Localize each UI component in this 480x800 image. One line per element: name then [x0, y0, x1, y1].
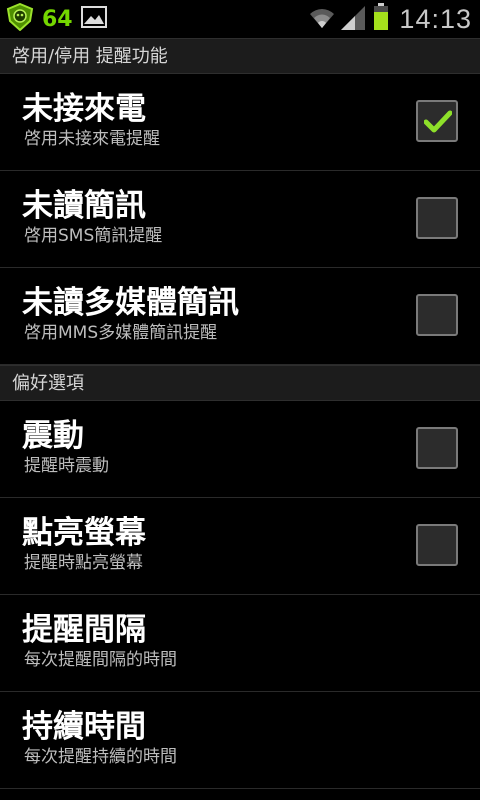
setting-subtitle: 提醒時震動 [24, 456, 109, 476]
app-shield-icon [6, 2, 34, 35]
setting-title: 未接來電 [22, 91, 146, 127]
setting-subtitle: 啓用未接來電提醒 [24, 129, 160, 149]
status-bar-right: 14:13 [309, 3, 472, 35]
clock: 14:13 [399, 3, 472, 34]
setting-title: 持續時間 [22, 709, 146, 745]
notification-count: 64 [42, 6, 73, 32]
wifi-icon [309, 4, 335, 34]
missed-call-checkbox[interactable] [416, 100, 458, 142]
unread-sms-checkbox[interactable] [416, 197, 458, 239]
unread-mms-checkbox[interactable] [416, 294, 458, 336]
light-screen-checkbox[interactable] [416, 524, 458, 566]
settings-list: 啓用/停用 提醒功能 未接來電 啓用未接來電提醒 未讀簡訊 啓用SMS簡訊提醒 … [0, 38, 480, 789]
setting-subtitle: 每次提醒持續的時間 [24, 747, 177, 767]
status-bar-left: 64 [6, 2, 107, 35]
checkmark-icon [424, 110, 452, 133]
setting-title: 點亮螢幕 [22, 515, 146, 551]
setting-title: 未讀多媒體簡訊 [22, 285, 239, 321]
setting-subtitle: 啓用SMS簡訊提醒 [24, 226, 163, 246]
setting-subtitle: 啓用MMS多媒體簡訊提醒 [24, 323, 218, 343]
setting-row-reminder-interval[interactable]: 提醒間隔 每次提醒間隔的時間 [0, 595, 480, 692]
setting-row-duration[interactable]: 持續時間 每次提醒持續的時間 [0, 692, 480, 789]
setting-title: 未讀簡訊 [22, 188, 146, 224]
setting-subtitle: 每次提醒間隔的時間 [24, 650, 177, 670]
setting-title: 震動 [22, 418, 84, 454]
status-bar: 64 14:13 [0, 0, 480, 38]
setting-row-unread-mms[interactable]: 未讀多媒體簡訊 啓用MMS多媒體簡訊提醒 [0, 268, 480, 365]
image-icon [80, 5, 107, 33]
battery-icon [373, 3, 389, 35]
setting-subtitle: 提醒時點亮螢幕 [24, 553, 143, 573]
section-header-enable-reminders: 啓用/停用 提醒功能 [0, 38, 480, 74]
setting-row-vibrate[interactable]: 震動 提醒時震動 [0, 401, 480, 498]
vibrate-checkbox[interactable] [416, 427, 458, 469]
section-header-preferences: 偏好選項 [0, 365, 480, 401]
signal-icon [341, 4, 367, 34]
setting-title: 提醒間隔 [22, 612, 146, 648]
setting-row-unread-sms[interactable]: 未讀簡訊 啓用SMS簡訊提醒 [0, 171, 480, 268]
setting-row-light-screen[interactable]: 點亮螢幕 提醒時點亮螢幕 [0, 498, 480, 595]
setting-row-missed-call[interactable]: 未接來電 啓用未接來電提醒 [0, 74, 480, 171]
